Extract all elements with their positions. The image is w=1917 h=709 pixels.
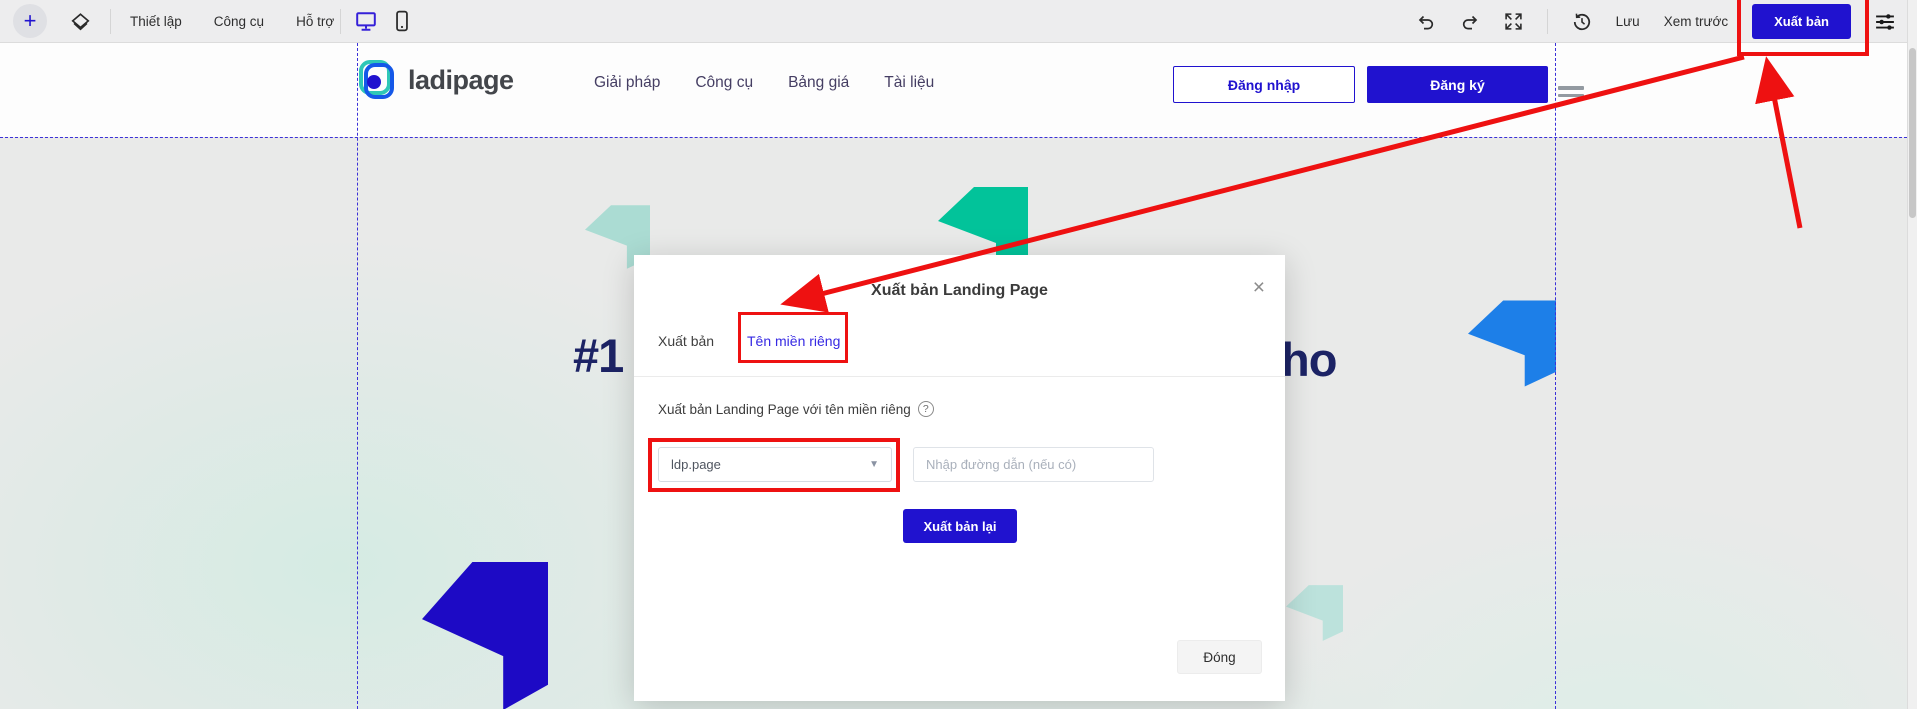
blue-arrow-shape bbox=[1468, 300, 1556, 387]
login-button[interactable]: Đăng nhập bbox=[1173, 66, 1355, 103]
preview-button[interactable]: Xem trước bbox=[1664, 14, 1728, 29]
nav-item-bang-gia[interactable]: Bảng giá bbox=[788, 74, 849, 92]
undo-icon[interactable] bbox=[1416, 13, 1436, 31]
publish-modal: Xuất bản Landing Page × Xuất bản Tên miề… bbox=[634, 255, 1285, 701]
page-guide-right bbox=[1555, 43, 1556, 709]
menu-ho-tro[interactable]: Hỗ trợ bbox=[296, 14, 334, 29]
sliders-icon[interactable] bbox=[1875, 12, 1895, 32]
mobile-icon[interactable] bbox=[394, 10, 410, 32]
nav-item-tai-lieu[interactable]: Tài liệu bbox=[884, 74, 934, 92]
help-icon[interactable]: ? bbox=[918, 401, 934, 417]
domain-select-value: ldp.page bbox=[671, 457, 721, 472]
modal-divider bbox=[634, 376, 1285, 377]
nav-item-giai-phap[interactable]: Giải pháp bbox=[594, 74, 660, 92]
republish-button[interactable]: Xuất bản lại bbox=[903, 509, 1017, 543]
ladipage-logo[interactable]: ladipage bbox=[357, 60, 514, 100]
hero-heading-fragment-left: #1 bbox=[573, 328, 623, 383]
scrollbar[interactable] bbox=[1907, 0, 1917, 709]
menu-thiet-lap[interactable]: Thiết lập bbox=[130, 14, 182, 29]
chevron-down-icon: ▼ bbox=[869, 459, 879, 470]
section-guide-horizontal bbox=[0, 137, 1917, 138]
signup-button[interactable]: Đăng ký bbox=[1367, 66, 1548, 103]
fullscreen-icon[interactable] bbox=[1504, 12, 1523, 31]
desktop-icon[interactable] bbox=[355, 11, 377, 32]
close-icon[interactable]: × bbox=[1253, 277, 1265, 298]
domain-select[interactable]: ldp.page ▼ bbox=[658, 447, 892, 482]
layers-icon[interactable] bbox=[70, 12, 91, 32]
page-guide-left bbox=[357, 43, 358, 709]
hamburger-menu-icon[interactable] bbox=[1558, 86, 1584, 101]
ladipage-editor: #1 ho ladipage Giải pháp Công cụ Bảng gi… bbox=[0, 0, 1917, 709]
logo-text: ladipage bbox=[408, 65, 514, 96]
navy-arrow-shape bbox=[422, 562, 548, 709]
template-header-band bbox=[0, 43, 1917, 137]
toolbar-separator bbox=[110, 9, 111, 34]
tab-ten-mien-rieng[interactable]: Tên miền riêng bbox=[747, 333, 840, 349]
toolbar-right-group: Lưu Xem trước Xuất bản bbox=[1416, 0, 1895, 43]
domain-section-label: Xuất bản Landing Page với tên miền riêng… bbox=[658, 401, 934, 417]
save-button[interactable]: Lưu bbox=[1616, 14, 1640, 29]
close-modal-button[interactable]: Đóng bbox=[1177, 640, 1262, 674]
toolbar-menu: Thiết lập Công cụ Hỗ trợ bbox=[130, 0, 334, 43]
domain-label-text: Xuất bản Landing Page với tên miền riêng bbox=[658, 402, 911, 417]
editor-toolbar: + Thiết lập Công cụ Hỗ trợ bbox=[0, 0, 1917, 43]
hero-heading-fragment-right: ho bbox=[1281, 332, 1336, 387]
tab-xuat-ban[interactable]: Xuất bản bbox=[658, 333, 714, 349]
history-icon[interactable] bbox=[1572, 12, 1592, 32]
path-input[interactable] bbox=[913, 447, 1154, 482]
mint-arrow-small-shape bbox=[1286, 585, 1343, 641]
scrollbar-thumb[interactable] bbox=[1909, 48, 1916, 218]
redo-icon[interactable] bbox=[1460, 13, 1480, 31]
template-nav: Giải pháp Công cụ Bảng giá Tài liệu bbox=[594, 65, 934, 101]
modal-title: Xuất bản Landing Page bbox=[634, 282, 1285, 300]
nav-item-cong-cu[interactable]: Công cụ bbox=[695, 74, 753, 92]
add-element-button[interactable]: + bbox=[13, 4, 47, 38]
publish-button[interactable]: Xuất bản bbox=[1752, 4, 1851, 39]
toolbar-separator bbox=[340, 9, 341, 34]
ladipage-logo-icon bbox=[357, 60, 397, 100]
toolbar-separator bbox=[1547, 9, 1548, 34]
menu-cong-cu[interactable]: Công cụ bbox=[214, 14, 264, 29]
